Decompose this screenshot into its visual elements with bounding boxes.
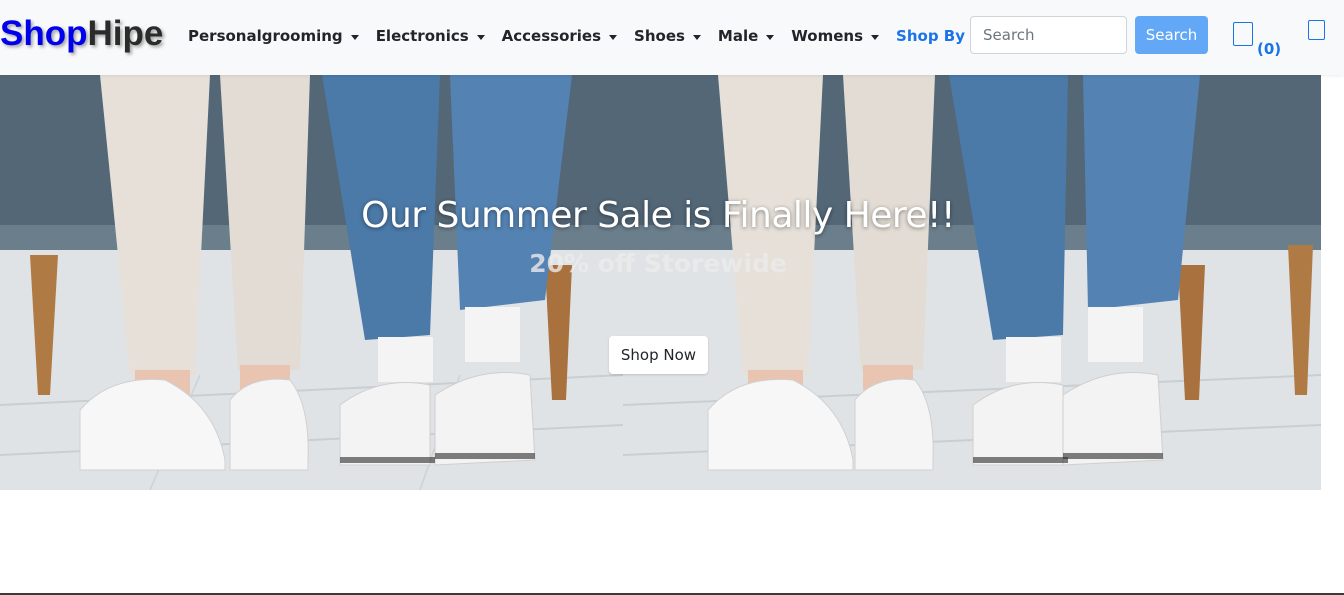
navbar: ShopHipe Personalgrooming Electronics Ac… (0, 0, 1344, 75)
caret-down-icon (766, 34, 775, 40)
nav-item-label: Womens (791, 27, 864, 45)
nav-item-label: Electronics (375, 27, 469, 45)
nav-item-electronics[interactable]: Electronics (376, 27, 485, 45)
cart-icon[interactable] (1233, 22, 1253, 46)
hero-image-right (623, 75, 1321, 490)
nav-item-label: Shoes (634, 27, 685, 45)
nav-menu: Personalgrooming Electronics Accessories… (188, 25, 1054, 47)
nav-item-womens[interactable]: Womens (791, 27, 880, 45)
nav-item-shoes[interactable]: Shoes (634, 27, 701, 45)
hero-banner: Our Summer Sale is Finally Here!! 20% of… (0, 75, 1321, 490)
hero-image-left (0, 75, 623, 490)
nav-item-personalgrooming[interactable]: Personalgrooming (188, 27, 359, 45)
search-input[interactable] (970, 16, 1127, 54)
nav-item-label: Personalgrooming (188, 27, 343, 45)
brand-logo[interactable]: ShopHipe (0, 14, 163, 54)
caret-down-icon (350, 34, 359, 40)
brand-logo-part1: Shop (0, 14, 88, 53)
user-icon[interactable] (1308, 20, 1325, 40)
nav-item-label: Male (717, 27, 759, 45)
caret-down-icon (609, 34, 618, 40)
search-button[interactable]: Search (1135, 16, 1208, 54)
caret-down-icon (871, 34, 880, 40)
caret-down-icon (476, 34, 485, 40)
brand-logo-part2: Hipe (87, 14, 164, 53)
cart-count[interactable]: (0) (1257, 40, 1281, 58)
shop-now-button[interactable]: Shop Now (609, 336, 708, 374)
hero-title: Our Summer Sale is Finally Here!! (361, 195, 955, 236)
caret-down-icon (692, 34, 701, 40)
nav-item-label: Accessories (501, 27, 602, 45)
nav-item-male[interactable]: Male (717, 27, 775, 45)
hero-subtitle: 20% off Storewide (529, 249, 787, 278)
nav-item-accessories[interactable]: Accessories (501, 27, 618, 45)
